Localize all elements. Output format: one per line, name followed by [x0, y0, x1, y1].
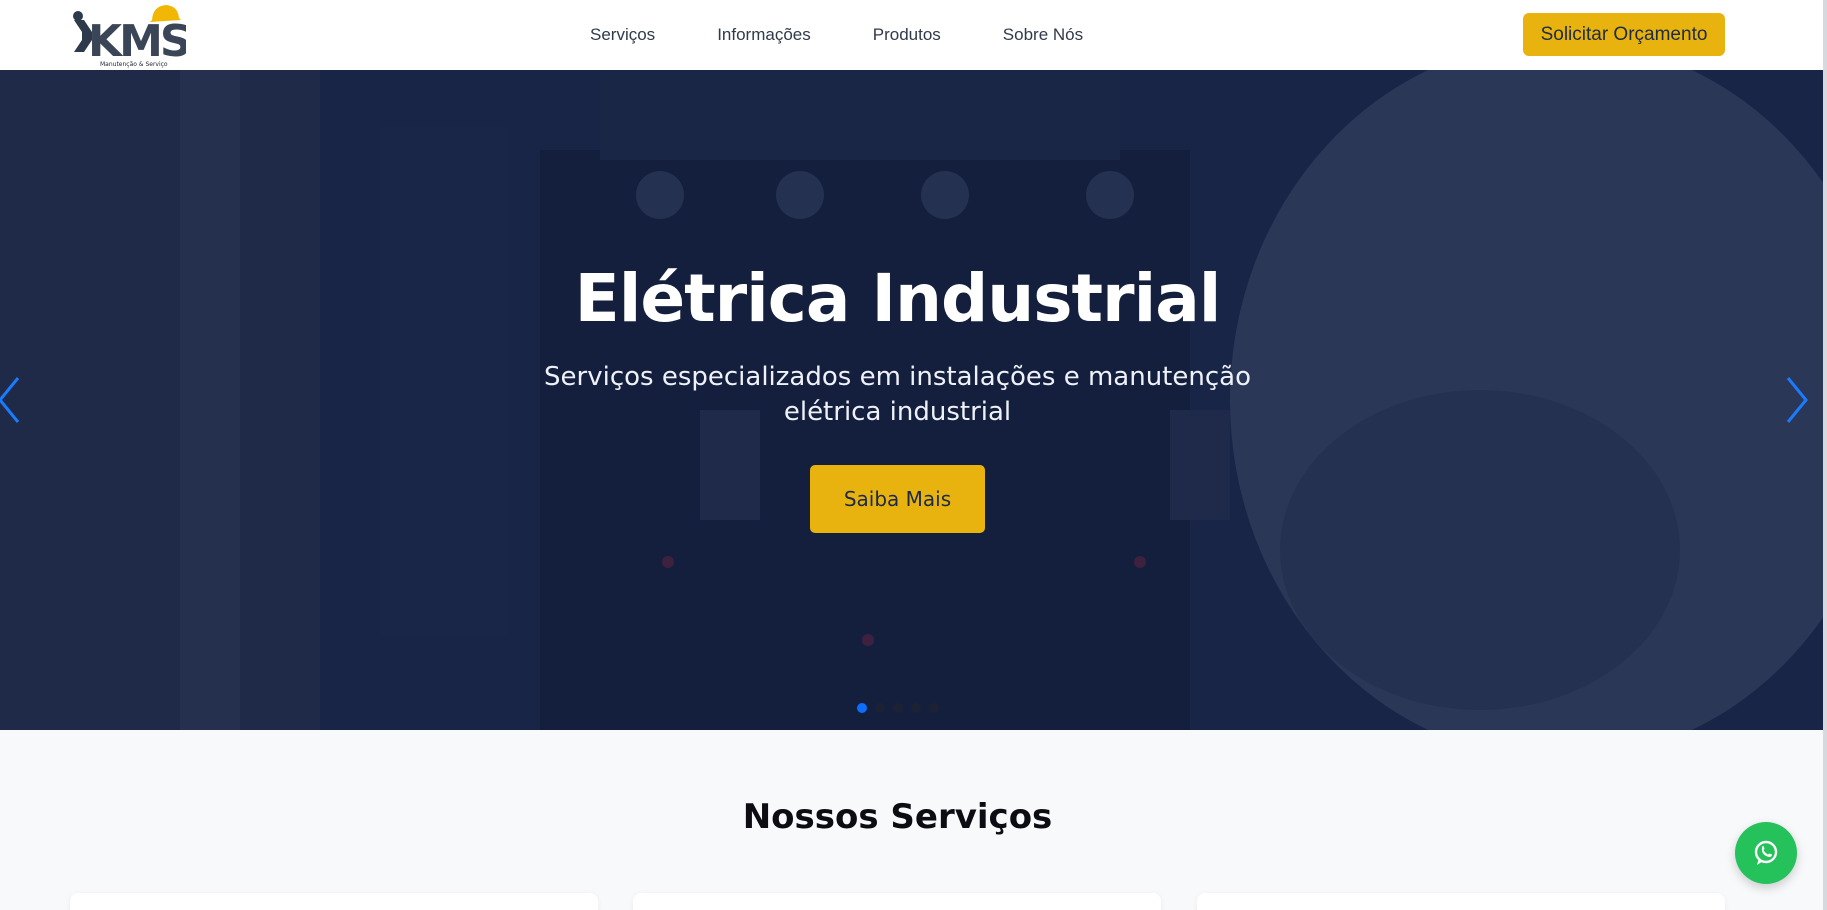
whatsapp-icon	[1754, 840, 1778, 865]
logo-tagline: Manutenção & Serviço	[100, 61, 168, 68]
nav-servicos[interactable]: Serviços	[590, 25, 655, 45]
hero-carousel: Elétrica Industrial Serviços especializa…	[0, 70, 1823, 730]
site-header: KMS Manutenção & Serviço Serviços Inform…	[0, 0, 1823, 70]
logo[interactable]: KMS Manutenção & Serviço	[70, 2, 186, 68]
hero-subtitle: Serviços especializados em instalações e…	[544, 362, 1251, 427]
page: KMS Manutenção & Serviço Serviços Inform…	[0, 0, 1827, 910]
hero-title: Elétrica Industrial	[574, 260, 1222, 337]
carousel-dot-2[interactable]	[875, 703, 885, 713]
services-title: Nossos Serviços	[742, 797, 1053, 837]
logo-text: KMS	[88, 16, 186, 67]
chevron-left-icon[interactable]	[0, 372, 28, 428]
learn-more-button[interactable]: Saiba Mais	[810, 465, 985, 533]
chevron-right-icon[interactable]	[1780, 372, 1814, 428]
main-nav: Serviços Informações Produtos Sobre Nós	[590, 0, 1145, 70]
carousel-dot-5[interactable]	[929, 703, 939, 713]
nav-sobre-nos[interactable]: Sobre Nós	[1003, 25, 1083, 45]
carousel-dot-1[interactable]	[857, 703, 867, 713]
nav-produtos[interactable]: Produtos	[873, 25, 941, 45]
service-card[interactable]	[70, 893, 598, 910]
nav-informacoes[interactable]: Informações	[717, 25, 811, 45]
whatsapp-button[interactable]	[1735, 822, 1797, 884]
carousel-indicators	[857, 703, 947, 713]
carousel-dot-4[interactable]	[911, 703, 921, 713]
scrollbar[interactable]	[1823, 0, 1827, 910]
service-card[interactable]	[633, 893, 1161, 910]
carousel-dot-3[interactable]	[893, 703, 903, 713]
request-quote-button[interactable]: Solicitar Orçamento	[1523, 13, 1725, 56]
service-card[interactable]	[1197, 893, 1725, 910]
